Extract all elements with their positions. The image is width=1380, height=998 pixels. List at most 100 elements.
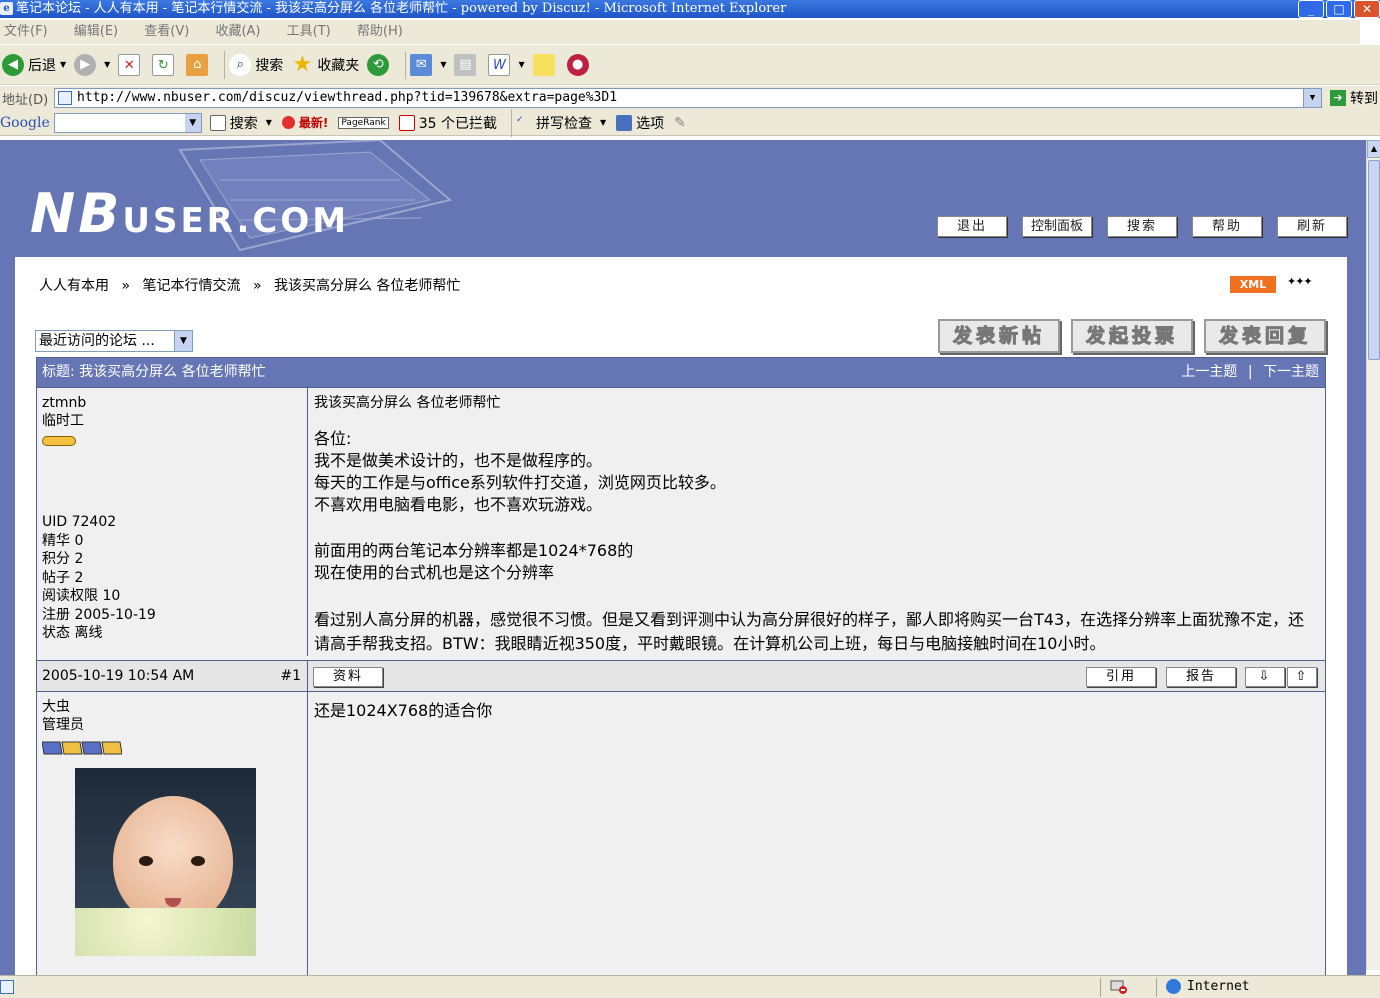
chevron-down-icon[interactable]: ▼ <box>518 60 524 69</box>
history-button[interactable]: ⟲ <box>367 53 393 76</box>
browser-toolbar: ◀ 后退 ▼ ▶ ▼ ✕ ↻ ⌂ ⌕ 搜索 ★ 收藏夹 ⟲ ✉ ▼ ▤ W ▼ … <box>0 45 1380 85</box>
scroll-top-icon[interactable]: ⇧ <box>1287 667 1317 687</box>
recent-forums-value: 最近访问的论坛 ... <box>39 333 155 349</box>
profile-button[interactable]: 资料 <box>313 667 383 687</box>
post-line: 每天的工作是与office系列软件打交道，浏览网页比较多。 <box>314 473 726 492</box>
maximize-icon[interactable]: □ <box>1326 0 1352 18</box>
report-button[interactable]: 报告 <box>1166 667 1236 687</box>
chevron-down-icon[interactable]: ▼ <box>266 118 272 127</box>
breadcrumb: 人人有本用 » 笔记本行情交流 » 我该买高分屏么 各位老师帮忙 <box>39 275 460 295</box>
post-paragraph: 各位: 我不是做美术设计的，也不是做程序的。 每天的工作是与office系列软件… <box>314 428 1319 516</box>
author-name[interactable]: ztmnb <box>42 394 302 412</box>
chevron-down-icon[interactable]: ▼ <box>1303 89 1321 107</box>
go-label: 转到 <box>1350 91 1378 107</box>
home-button[interactable]: ⌂ <box>186 53 212 76</box>
stop-button[interactable]: ✕ <box>118 53 144 76</box>
windows-logo-icon <box>1360 20 1380 44</box>
mail-button[interactable]: ✉ ▼ <box>410 53 446 76</box>
post-title: 我该买高分屏么 各位老师帮忙 <box>314 395 501 411</box>
options-button[interactable]: 选项 <box>616 113 664 133</box>
google-search-button[interactable]: 搜索 ▼ <box>209 113 272 133</box>
spellcheck-icon: ✓ <box>515 114 524 125</box>
favorites-button[interactable]: ★ 收藏夹 <box>291 53 360 76</box>
back-label: 后退 <box>28 57 56 74</box>
stop-icon: ✕ <box>118 53 141 76</box>
menu-file[interactable]: 文件(F) <box>4 24 48 39</box>
menu-tools[interactable]: 工具(T) <box>287 24 331 39</box>
recent-forums-select[interactable]: 最近访问的论坛 ... ▼ <box>35 330 193 352</box>
status-bar: Internet <box>0 975 1380 998</box>
breadcrumb-forum[interactable]: 笔记本行情交流 <box>142 278 240 294</box>
quote-button[interactable]: 引用 <box>1086 667 1156 687</box>
breadcrumb-separator: » <box>252 278 262 294</box>
popup-blocked-icon <box>1110 980 1127 994</box>
search-label: 搜索 <box>255 57 284 74</box>
refresh-page-button[interactable]: 刷新 <box>1277 216 1347 237</box>
go-button[interactable]: ➔ 转到 <box>1330 88 1378 108</box>
address-bar: 地址(D) http://www.nbuser.com/discuz/viewt… <box>0 86 1380 110</box>
prev-thread-link[interactable]: 上一主题 <box>1181 364 1237 380</box>
chevron-down-icon[interactable]: ▼ <box>174 331 192 351</box>
new-thread-button[interactable]: 发表新帖 <box>938 319 1060 353</box>
google-logo[interactable]: Google <box>0 115 50 131</box>
favorites-label: 收藏夹 <box>317 57 360 74</box>
menu-view[interactable]: 查看(V) <box>144 24 189 39</box>
back-button[interactable]: ◀ 后退 ▼ <box>2 53 66 76</box>
search-icon: ⌕ <box>229 53 252 76</box>
admin-rank-icons <box>42 738 302 758</box>
author-name[interactable]: 大虫 <box>42 698 302 716</box>
scrollbar-thumb[interactable] <box>1368 160 1380 360</box>
popup-blocker-button[interactable]: 35 个已拦截 <box>398 113 497 133</box>
messenger-button[interactable]: ● <box>566 53 593 76</box>
forward-arrow-icon: ▶ <box>74 53 97 76</box>
page-icon <box>58 91 72 105</box>
minimize-icon[interactable]: _ <box>1298 0 1324 18</box>
control-panel-button[interactable]: 控制面板 <box>1022 216 1092 237</box>
post-line: 各位: <box>314 429 352 448</box>
chevron-down-icon[interactable]: ▼ <box>440 60 446 69</box>
site-search-button[interactable]: 搜索 <box>1107 216 1177 237</box>
menu-favorites[interactable]: 收藏(A) <box>215 24 260 39</box>
logo-nb: NB <box>30 182 123 245</box>
google-search-input[interactable]: ▼ <box>53 112 202 133</box>
help-button[interactable]: 帮助 <box>1192 216 1262 237</box>
rss-arrows-icon[interactable]: ✦✦✦ <box>1287 275 1313 288</box>
chevron-down-icon[interactable]: ▼ <box>184 113 201 132</box>
scroll-down-icon[interactable]: ⇩ <box>1245 667 1285 687</box>
post-body: 还是1024X768的适合你 <box>308 692 1325 975</box>
forward-button[interactable]: ▶ ▼ <box>74 53 110 76</box>
avatar-eye <box>139 856 153 866</box>
scroll-up-icon[interactable]: ▲ <box>1367 140 1380 158</box>
chevron-down-icon[interactable]: ▼ <box>600 118 606 127</box>
refresh-button[interactable]: ↻ <box>152 53 178 76</box>
breadcrumb-home[interactable]: 人人有本用 <box>39 278 109 294</box>
edit-button[interactable]: W ▼ <box>488 53 525 76</box>
print-button[interactable]: ▤ <box>454 53 480 76</box>
page-viewport: NBUSER.COM 退出 控制面板 搜索 帮助 刷新 人人有本用 » 笔记本行… <box>0 140 1366 975</box>
spellcheck-button[interactable]: ✓ 拼写检查 ▼ <box>516 113 606 133</box>
new-poll-button[interactable]: 发起投票 <box>1071 319 1193 353</box>
page-scrollbar[interactable]: ▲ <box>1366 140 1380 970</box>
chevron-down-icon[interactable]: ▼ <box>104 60 110 69</box>
toolbar-divider <box>510 108 512 137</box>
xml-feed-badge[interactable]: XML <box>1230 276 1276 293</box>
search-button[interactable]: ⌕ 搜索 <box>229 53 284 76</box>
home-icon: ⌂ <box>186 53 209 76</box>
menu-help[interactable]: 帮助(H) <box>357 24 403 39</box>
post-floor[interactable]: #1 <box>280 661 301 692</box>
notes-button[interactable] <box>532 53 559 76</box>
page-status-icon <box>0 980 14 994</box>
next-thread-link[interactable]: 下一主题 <box>1263 364 1319 380</box>
thread-pager: 上一主题 | 下一主题 <box>1175 358 1319 387</box>
pencil-icon[interactable]: ✎ <box>674 115 686 131</box>
address-input[interactable]: http://www.nbuser.com/discuz/viewthread.… <box>54 88 1322 108</box>
site-logo[interactable]: NBUSER.COM <box>30 182 349 245</box>
close-icon[interactable]: ✕ <box>1354 0 1380 18</box>
reply-button[interactable]: 发表回复 <box>1204 319 1326 353</box>
logout-button[interactable]: 退出 <box>937 216 1007 237</box>
post-footer: 2005-10-19 10:54 AM #1 资料 引用 报告 ⇩ ⇧ <box>37 660 1325 691</box>
google-latest-button[interactable]: 最新! <box>281 114 328 131</box>
menu-edit[interactable]: 编辑(E) <box>74 24 118 39</box>
chevron-down-icon[interactable]: ▼ <box>60 60 66 69</box>
admin-star-icon <box>42 741 122 755</box>
